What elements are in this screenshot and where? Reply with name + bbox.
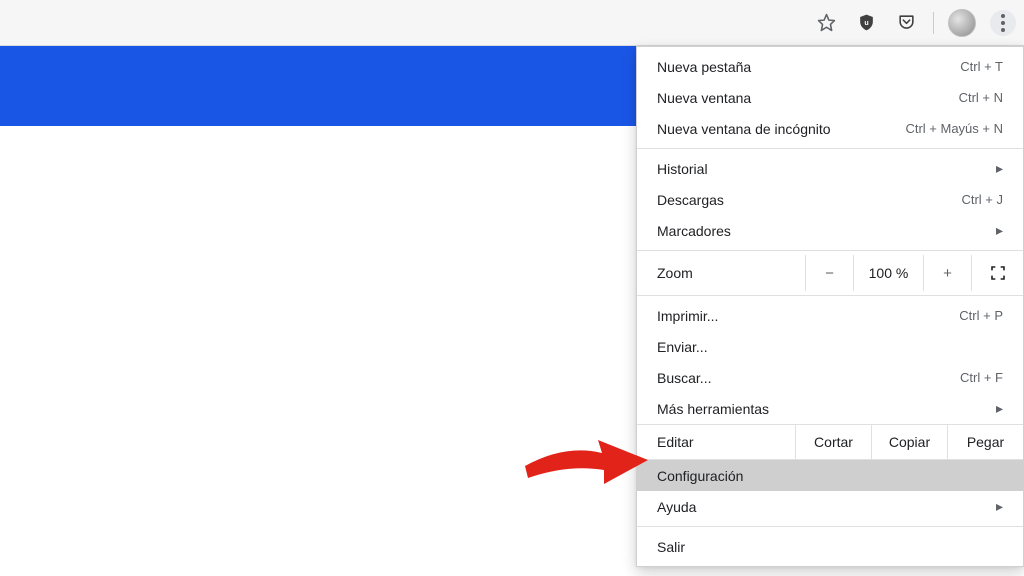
menu-label: Marcadores [657, 223, 996, 239]
menu-shortcut: Ctrl + P [959, 308, 1003, 323]
menu-item-find[interactable]: Buscar... Ctrl + F [637, 362, 1023, 393]
zoom-value: 100 % [853, 255, 923, 291]
menu-label: Enviar... [657, 339, 1003, 355]
submenu-arrow-icon: ▸ [996, 160, 1003, 177]
fullscreen-button[interactable] [971, 255, 1023, 291]
menu-label: Ayuda [657, 499, 996, 515]
zoom-label: Zoom [657, 265, 805, 281]
toolbar-divider [933, 12, 934, 34]
menu-item-more-tools[interactable]: Más herramientas ▸ [637, 393, 1023, 424]
menu-label: Nueva ventana de incógnito [657, 121, 905, 137]
menu-item-new-tab[interactable]: Nueva pestaña Ctrl + T [637, 51, 1023, 82]
zoom-out-button[interactable]: − [805, 255, 853, 291]
menu-label: Nueva pestaña [657, 59, 960, 75]
star-icon[interactable] [813, 10, 839, 36]
menu-label: Salir [657, 539, 1003, 555]
profile-avatar[interactable] [948, 9, 976, 37]
menu-label: Nueva ventana [657, 90, 959, 106]
menu-item-help[interactable]: Ayuda ▸ [637, 491, 1023, 522]
menu-separator [637, 148, 1023, 149]
menu-item-print[interactable]: Imprimir... Ctrl + P [637, 300, 1023, 331]
menu-label: Historial [657, 161, 996, 177]
menu-item-settings[interactable]: Configuración [637, 460, 1023, 491]
edit-paste-button[interactable]: Pegar [947, 425, 1023, 459]
submenu-arrow-icon: ▸ [996, 222, 1003, 239]
menu-item-history[interactable]: Historial ▸ [637, 153, 1023, 184]
menu-item-new-window[interactable]: Nueva ventana Ctrl + N [637, 82, 1023, 113]
menu-shortcut: Ctrl + Mayús + N [905, 121, 1003, 136]
menu-item-exit[interactable]: Salir [637, 531, 1023, 562]
menu-shortcut: Ctrl + T [960, 59, 1003, 74]
menu-item-bookmarks[interactable]: Marcadores ▸ [637, 215, 1023, 246]
browser-toolbar: u [0, 0, 1024, 46]
ublock-icon[interactable]: u [853, 10, 879, 36]
menu-shortcut: Ctrl + N [959, 90, 1003, 105]
menu-label: Imprimir... [657, 308, 959, 324]
submenu-arrow-icon: ▸ [996, 400, 1003, 417]
menu-separator [637, 250, 1023, 251]
menu-separator [637, 295, 1023, 296]
zoom-controls: − 100 % + [805, 255, 1023, 291]
kebab-menu-button[interactable] [990, 10, 1016, 36]
menu-item-zoom: Zoom − 100 % + [637, 255, 1023, 291]
menu-label: Configuración [657, 468, 1003, 484]
edit-cut-button[interactable]: Cortar [795, 425, 871, 459]
menu-item-edit: Editar Cortar Copiar Pegar [637, 424, 1023, 460]
svg-text:u: u [864, 19, 868, 27]
menu-label: Más herramientas [657, 401, 996, 417]
chrome-main-menu: Nueva pestaña Ctrl + T Nueva ventana Ctr… [636, 46, 1024, 567]
menu-shortcut: Ctrl + F [960, 370, 1003, 385]
pocket-icon[interactable] [893, 10, 919, 36]
menu-shortcut: Ctrl + J [961, 192, 1003, 207]
zoom-in-button[interactable]: + [923, 255, 971, 291]
menu-separator [637, 526, 1023, 527]
menu-item-incognito[interactable]: Nueva ventana de incógnito Ctrl + Mayús … [637, 113, 1023, 144]
submenu-arrow-icon: ▸ [996, 498, 1003, 515]
annotation-arrow [520, 426, 650, 496]
menu-item-cast[interactable]: Enviar... [637, 331, 1023, 362]
menu-label: Descargas [657, 192, 961, 208]
edit-copy-button[interactable]: Copiar [871, 425, 947, 459]
edit-label: Editar [657, 434, 795, 450]
menu-item-downloads[interactable]: Descargas Ctrl + J [637, 184, 1023, 215]
menu-label: Buscar... [657, 370, 960, 386]
